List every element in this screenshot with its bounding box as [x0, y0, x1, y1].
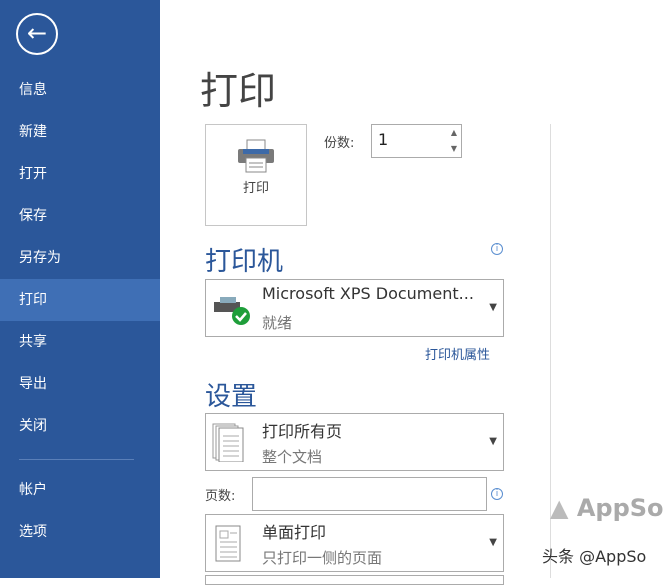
print-range-title: 打印所有页 — [262, 422, 343, 441]
spin-up-icon[interactable]: ▲ — [451, 128, 457, 137]
nav-save[interactable]: 保存 — [0, 195, 160, 237]
nav-options[interactable]: 选项 — [0, 511, 160, 553]
watermark-logo: ▲ AppSo — [550, 494, 664, 522]
nav-account[interactable]: 帐户 — [0, 469, 160, 511]
page-title: 打印 — [200, 69, 277, 113]
printer-heading: 打印机 — [205, 247, 284, 277]
next-dropdown[interactable] — [205, 575, 504, 585]
back-button[interactable]: ← — [16, 13, 58, 55]
printer-ready-icon — [214, 297, 250, 325]
divider — [19, 459, 134, 460]
nav-export[interactable]: 导出 — [0, 363, 160, 405]
spin-down-icon[interactable]: ▼ — [451, 144, 457, 153]
chevron-down-icon: ▼ — [489, 302, 497, 313]
nav-open[interactable]: 打开 — [0, 153, 160, 195]
printer-icon — [238, 139, 274, 173]
print-range-dropdown[interactable]: 打印所有页 整个文档 ▼ — [205, 413, 504, 471]
copies-label: 份数: — [324, 136, 355, 151]
watermark-credit: 头条 @AppSo — [542, 547, 647, 566]
chevron-down-icon: ▼ — [489, 537, 497, 548]
print-range-sub: 整个文档 — [262, 448, 323, 466]
nav-new[interactable]: 新建 — [0, 111, 160, 153]
print-button-label: 打印 — [242, 181, 269, 196]
copies-value: 1 — [378, 130, 389, 149]
nav-save-as[interactable]: 另存为 — [0, 237, 160, 279]
pages-input[interactable] — [252, 477, 487, 511]
nav-print[interactable]: 打印 — [0, 279, 160, 321]
printer-status: 就绪 — [262, 314, 293, 332]
chevron-down-icon: ▼ — [489, 436, 497, 447]
sides-sub: 只打印一侧的页面 — [262, 549, 383, 567]
printer-properties-link[interactable]: 打印机属性 — [425, 344, 490, 363]
sides-title: 单面打印 — [262, 523, 327, 542]
pages-icon — [212, 423, 244, 462]
printer-name: Microsoft XPS Document... — [262, 284, 474, 303]
sidebar: ← 信息 新建 打开 保存 另存为 打印 共享 导出 关闭 帐户 选项 — [0, 0, 160, 578]
single-page-icon — [215, 525, 241, 562]
nav-info[interactable]: 信息 — [0, 69, 160, 111]
sides-dropdown[interactable]: 单面打印 只打印一侧的页面 ▼ — [205, 514, 504, 572]
printer-dropdown[interactable]: Microsoft XPS Document... 就绪 ▼ — [205, 279, 504, 337]
arrow-left-icon: ← — [26, 19, 48, 47]
info-icon[interactable]: i — [491, 243, 503, 255]
print-button[interactable]: 打印 — [205, 124, 307, 226]
settings-heading: 设置 — [205, 382, 258, 412]
info-icon[interactable]: i — [491, 488, 503, 500]
nav-share[interactable]: 共享 — [0, 321, 160, 363]
nav-close[interactable]: 关闭 — [0, 405, 160, 447]
copies-stepper[interactable]: 1 ▲ ▼ — [371, 124, 462, 158]
pages-label: 页数: — [205, 489, 236, 504]
